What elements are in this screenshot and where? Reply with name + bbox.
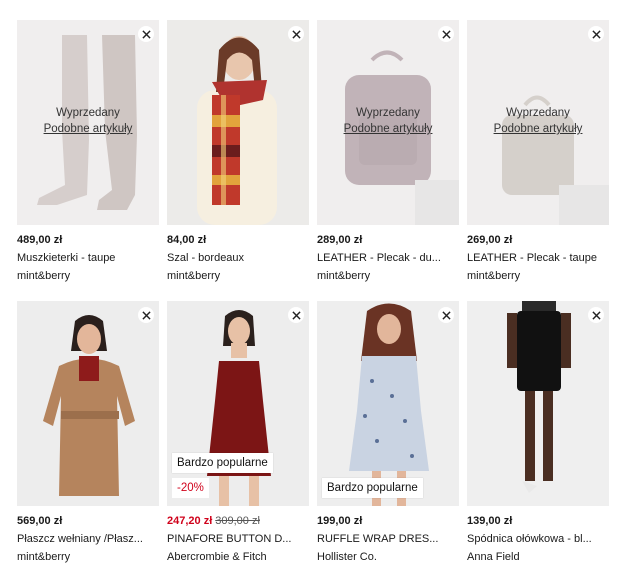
skirt-model-image: [507, 301, 571, 493]
product-title[interactable]: RUFFLE WRAP DRES...: [317, 532, 459, 547]
similar-items-link[interactable]: Podobne artykuły: [317, 121, 459, 137]
product-title[interactable]: LEATHER - Plecak - taupe: [467, 251, 609, 266]
product-card[interactable]: Wyprzedany Podobne artykuły 269,00 zł LE…: [467, 20, 609, 284]
product-price: 139,00 zł: [467, 515, 513, 527]
product-brand: mint&berry: [467, 270, 521, 282]
product-price: 569,00 zł: [17, 515, 63, 527]
similar-items-link[interactable]: Podobne artykuły: [467, 121, 609, 137]
product-price: 289,00 zł: [317, 234, 363, 246]
remove-button[interactable]: [288, 26, 304, 42]
product-image[interactable]: [167, 20, 309, 225]
remove-button[interactable]: [588, 307, 604, 323]
product-price: 269,00 zł: [467, 234, 513, 246]
product-brand: Hollister Co.: [317, 551, 377, 563]
popularity-badge: Bardzo popularne: [322, 478, 423, 498]
product-card[interactable]: Bardzo popularne 199,00 zł RUFFLE WRAP D…: [317, 301, 459, 565]
sold-out-label: Wyprzedany: [506, 107, 570, 119]
product-card[interactable]: Wyprzedany Podobne artykuły 489,00 zł Mu…: [17, 20, 159, 284]
product-image[interactable]: Bardzo popularne: [317, 301, 459, 506]
product-image[interactable]: Bardzo popularne -20%: [167, 301, 309, 506]
product-brand: Anna Field: [467, 551, 520, 563]
product-title[interactable]: LEATHER - Plecak - du...: [317, 251, 459, 266]
close-icon: [591, 29, 601, 39]
product-title[interactable]: PINAFORE BUTTON D...: [167, 532, 309, 547]
product-brand: mint&berry: [17, 270, 71, 282]
remove-button[interactable]: [138, 307, 154, 323]
remove-button[interactable]: [438, 307, 454, 323]
close-icon: [291, 310, 301, 320]
product-card[interactable]: 569,00 zł Płaszcz wełniany /Płasz... min…: [17, 301, 159, 565]
product-brand: mint&berry: [167, 270, 221, 282]
product-title[interactable]: Muszkieterki - taupe: [17, 251, 159, 266]
product-brand: mint&berry: [17, 551, 71, 563]
coat-model-image: [43, 315, 135, 496]
product-card[interactable]: Bardzo popularne -20% 247,20 zł 309,00 zł…: [167, 301, 309, 565]
sold-out-overlay: Wyprzedany Podobne artykuły: [317, 105, 459, 137]
discount-badge: -20%: [172, 478, 209, 498]
product-title[interactable]: Płaszcz wełniany /Płasz...: [17, 532, 159, 547]
dress-model-image: [207, 310, 271, 506]
close-icon: [141, 29, 151, 39]
product-title[interactable]: Spódnica ołówkowa - bl...: [467, 532, 609, 547]
sale-price: 247,20 zł: [167, 515, 213, 527]
remove-button[interactable]: [138, 26, 154, 42]
product-image[interactable]: Wyprzedany Podobne artykuły: [17, 20, 159, 225]
product-price: 199,00 zł: [317, 515, 363, 527]
similar-items-link[interactable]: Podobne artykuły: [17, 121, 159, 137]
product-image[interactable]: Wyprzedany Podobne artykuły: [317, 20, 459, 225]
product-price: 489,00 zł: [17, 234, 63, 246]
product-image[interactable]: [17, 301, 159, 506]
remove-button[interactable]: [588, 26, 604, 42]
product-card[interactable]: 139,00 zł Spódnica ołówkowa - bl... Anna…: [467, 301, 609, 565]
sold-out-overlay: Wyprzedany Podobne artykuły: [17, 105, 159, 137]
product-brand: Abercrombie & Fitch: [167, 551, 267, 563]
sold-out-label: Wyprzedany: [356, 107, 420, 119]
product-price-row: 247,20 zł 309,00 zł: [167, 514, 309, 529]
original-price: 309,00 zł: [215, 515, 260, 527]
sold-out-label: Wyprzedany: [56, 107, 120, 119]
product-card[interactable]: Wyprzedany Podobne artykuły 289,00 zł LE…: [317, 20, 459, 284]
close-icon: [591, 310, 601, 320]
product-card[interactable]: 84,00 zł Szal - bordeaux mint&berry: [167, 20, 309, 284]
product-price: 84,00 zł: [167, 234, 207, 246]
sold-out-overlay: Wyprzedany Podobne artykuły: [467, 105, 609, 137]
remove-button[interactable]: [438, 26, 454, 42]
remove-button[interactable]: [288, 307, 304, 323]
close-icon: [441, 29, 451, 39]
dress-model-image: [349, 303, 429, 506]
close-icon: [291, 29, 301, 39]
popularity-badge: Bardzo popularne: [172, 453, 273, 473]
product-brand: mint&berry: [317, 270, 371, 282]
close-icon: [141, 310, 151, 320]
product-image[interactable]: Wyprzedany Podobne artykuły: [467, 20, 609, 225]
close-icon: [441, 310, 451, 320]
product-image[interactable]: [467, 301, 609, 506]
product-title[interactable]: Szal - bordeaux: [167, 251, 309, 266]
scarf-model-image: [197, 36, 277, 225]
